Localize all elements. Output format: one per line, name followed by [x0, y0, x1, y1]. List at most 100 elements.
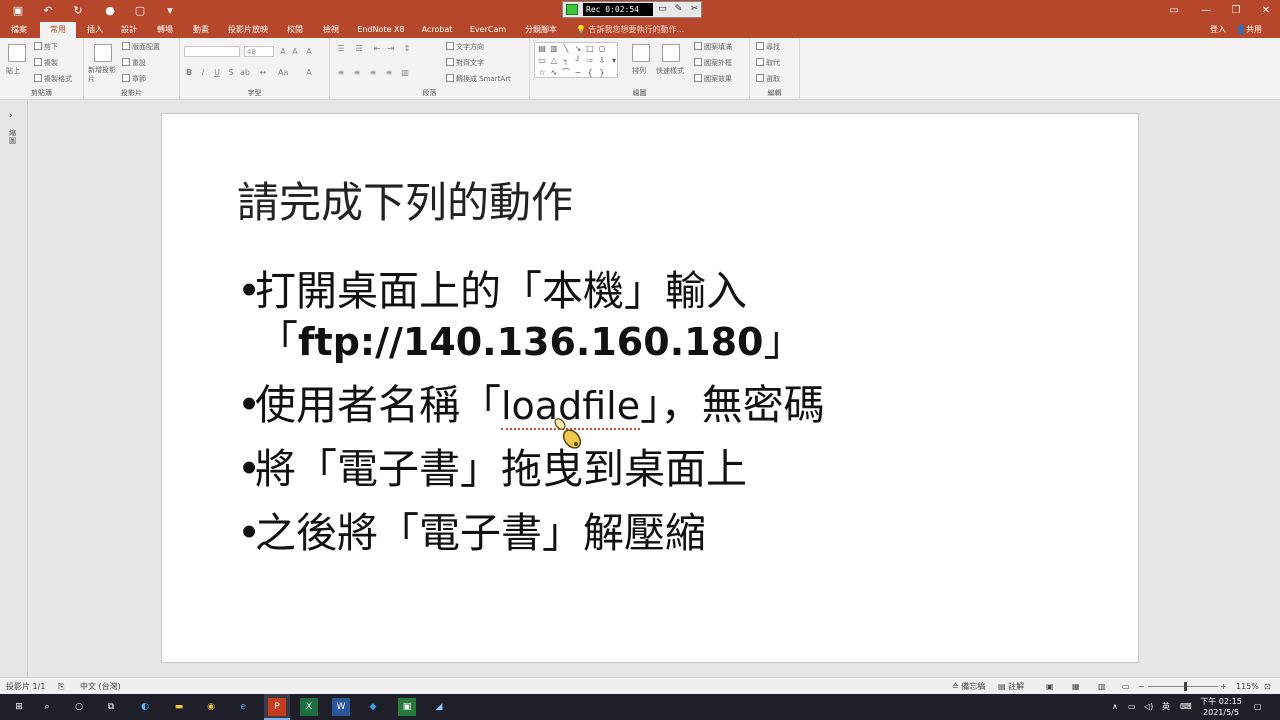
- shape-fill-button[interactable]: 圖案填滿: [694, 42, 732, 52]
- recorder-scissors-icon[interactable]: ✂: [689, 4, 700, 15]
- italic-icon[interactable]: I: [198, 68, 208, 78]
- shape-outline-button[interactable]: 圖案外框: [694, 58, 732, 68]
- slide-title[interactable]: 請完成下列的動作: [237, 169, 573, 230]
- zoom-out-icon[interactable]: −: [1138, 678, 1145, 695]
- align-right-icon[interactable]: ≡: [368, 68, 378, 78]
- shapes-more-icon[interactable]: ▾: [609, 56, 619, 65]
- layout-button[interactable]: 版面配置: [122, 42, 160, 52]
- ime-indicator[interactable]: 英: [1162, 694, 1170, 720]
- comments-button[interactable]: ▤ 註解: [998, 678, 1024, 695]
- arrange-icon[interactable]: [632, 44, 650, 62]
- shape-brace-right-icon[interactable]: }: [597, 68, 607, 77]
- ime-mode-icon[interactable]: ⌨: [1180, 694, 1192, 720]
- font-size-input[interactable]: 48: [244, 46, 274, 57]
- taskbar-search-icon[interactable]: ⌕: [38, 698, 56, 716]
- quick-styles-button[interactable]: 快速樣式: [656, 66, 684, 76]
- volume-icon[interactable]: ◁): [1144, 694, 1153, 720]
- chrome-icon[interactable]: ◉: [202, 698, 220, 716]
- smartart-button[interactable]: 轉換成 SmartArt: [446, 74, 511, 84]
- shadow-icon[interactable]: S: [226, 68, 236, 78]
- shape-elbow-icon[interactable]: ┐: [561, 56, 571, 65]
- bullets-icon[interactable]: ☰: [336, 44, 346, 54]
- section-button[interactable]: 章節: [122, 74, 146, 84]
- shape-curve-icon[interactable]: ∿: [549, 68, 559, 77]
- decrease-indent-icon[interactable]: ⇤: [372, 44, 382, 54]
- customize-qat-icon[interactable]: ▾: [162, 3, 178, 19]
- font-color-icon[interactable]: A: [304, 68, 314, 78]
- minimize-icon[interactable]: —: [1198, 3, 1214, 19]
- network-icon[interactable]: ▭: [1128, 694, 1136, 720]
- align-left-icon[interactable]: ≡: [336, 68, 346, 78]
- taskbar-clock[interactable]: 下午 02:15 2021/5/5: [1196, 696, 1246, 718]
- bullet-4[interactable]: •之後將「電子書」解壓縮: [237, 508, 706, 558]
- undo-icon[interactable]: ↶: [40, 3, 56, 19]
- zoom-slider[interactable]: [1148, 686, 1218, 687]
- normal-view-icon[interactable]: ▣: [1046, 678, 1054, 695]
- shape-rectangle-icon[interactable]: □: [585, 44, 595, 53]
- restore-icon[interactable]: ❐: [1228, 3, 1244, 19]
- zoom-in-icon[interactable]: +: [1220, 678, 1227, 695]
- increase-indent-icon[interactable]: ⇥: [386, 44, 396, 54]
- shrink-font-icon[interactable]: A: [290, 47, 300, 57]
- text-direction-button[interactable]: 文字方向: [446, 42, 484, 52]
- bold-icon[interactable]: B: [184, 68, 194, 78]
- ribbon-display-icon[interactable]: ▭: [1166, 3, 1182, 19]
- edge-icon[interactable]: ◐: [136, 698, 154, 716]
- tab-evercam[interactable]: EverCam: [464, 22, 512, 38]
- powerpoint-icon[interactable]: P: [268, 698, 286, 716]
- shape-line-icon[interactable]: ╲: [561, 44, 571, 53]
- tab-home[interactable]: 常用: [40, 22, 76, 38]
- shape-vertical-textbox-icon[interactable]: ▥: [549, 44, 559, 53]
- tab-review[interactable]: 校閱: [280, 22, 310, 38]
- shapes-gallery[interactable]: ▤ ▥ ╲ ↘ □ ○ ▭ △ ┐ ┘ ⇨ ⇩ ☆ ∿ ⌒ ~ { } ▾: [534, 42, 618, 78]
- tab-transitions[interactable]: 轉場: [150, 22, 180, 38]
- bullet-2[interactable]: •使用者名稱「loadfile」，無密碼: [237, 380, 825, 431]
- recorder-comment-icon[interactable]: ▭: [657, 4, 668, 15]
- tab-file[interactable]: 檔案: [4, 22, 34, 38]
- shape-arc-icon[interactable]: ⌒: [561, 68, 571, 77]
- change-case-icon[interactable]: Aa: [278, 68, 288, 78]
- justify-icon[interactable]: ≡: [384, 68, 394, 78]
- spacing-icon[interactable]: ↔: [258, 68, 268, 78]
- tab-slideshow[interactable]: 投影片放映: [222, 22, 274, 38]
- bullet-1-continuation[interactable]: 「ftp://140.136.160.180」: [257, 316, 804, 367]
- grow-font-icon[interactable]: A: [278, 47, 288, 57]
- clear-format-icon[interactable]: A: [304, 47, 314, 57]
- tab-animations[interactable]: 動畫: [186, 22, 216, 38]
- zoom-slider-handle[interactable]: [1184, 682, 1187, 691]
- cut-button[interactable]: 剪下: [34, 42, 58, 52]
- cortana-icon[interactable]: ○: [70, 698, 88, 716]
- save-icon[interactable]: ▣: [10, 3, 26, 19]
- copy-button[interactable]: 複製: [34, 58, 58, 68]
- notifications-icon[interactable]: ▢: [1254, 694, 1262, 720]
- sign-in-link[interactable]: 登入: [1210, 22, 1226, 38]
- shape-down-arrow-icon[interactable]: ⇩: [597, 56, 607, 65]
- share-button[interactable]: 👤共用: [1236, 22, 1262, 38]
- shape-textbox-icon[interactable]: ▤: [537, 44, 547, 53]
- format-painter-button[interactable]: 複製格式: [34, 74, 72, 84]
- slideshow-view-icon[interactable]: ▭: [1122, 678, 1130, 695]
- slide-sorter-icon[interactable]: ▦: [1072, 678, 1080, 695]
- word-icon[interactable]: W: [332, 698, 350, 716]
- select-button[interactable]: 選取: [756, 74, 780, 84]
- bullet-3[interactable]: •將「電子書」拖曳到桌面上: [237, 444, 747, 494]
- shape-oval-icon[interactable]: ○: [597, 44, 607, 53]
- find-button[interactable]: 尋找: [756, 42, 780, 52]
- align-center-icon[interactable]: ≡: [352, 68, 362, 78]
- shape-arrow-line-icon[interactable]: ↘: [573, 44, 583, 53]
- shape-brace-left-icon[interactable]: {: [585, 68, 595, 77]
- shape-right-arrow-icon[interactable]: ⇨: [585, 56, 595, 65]
- start-slideshow-icon[interactable]: ●: [102, 3, 118, 19]
- windows-start-icon[interactable]: ⊞: [10, 698, 28, 716]
- tab-design[interactable]: 設計: [114, 22, 144, 38]
- edge-legacy-icon[interactable]: e: [234, 698, 252, 716]
- recorder-pen-icon[interactable]: ✎: [673, 4, 684, 15]
- app-blue-icon[interactable]: ◢: [430, 698, 448, 716]
- thumbnail-pane-collapsed[interactable]: › 縮圖: [0, 101, 28, 677]
- paste-button[interactable]: 貼上: [6, 66, 20, 76]
- tray-chevron-icon[interactable]: ∧: [1112, 694, 1118, 720]
- spellcheck-icon[interactable]: ⎘: [58, 678, 64, 695]
- bullet-1[interactable]: •打開桌面上的「本機」輸入: [237, 266, 747, 316]
- slide-canvas[interactable]: 請完成下列的動作 •打開桌面上的「本機」輸入 「ftp://140.136.16…: [161, 113, 1139, 663]
- reset-button[interactable]: 重設: [122, 58, 146, 68]
